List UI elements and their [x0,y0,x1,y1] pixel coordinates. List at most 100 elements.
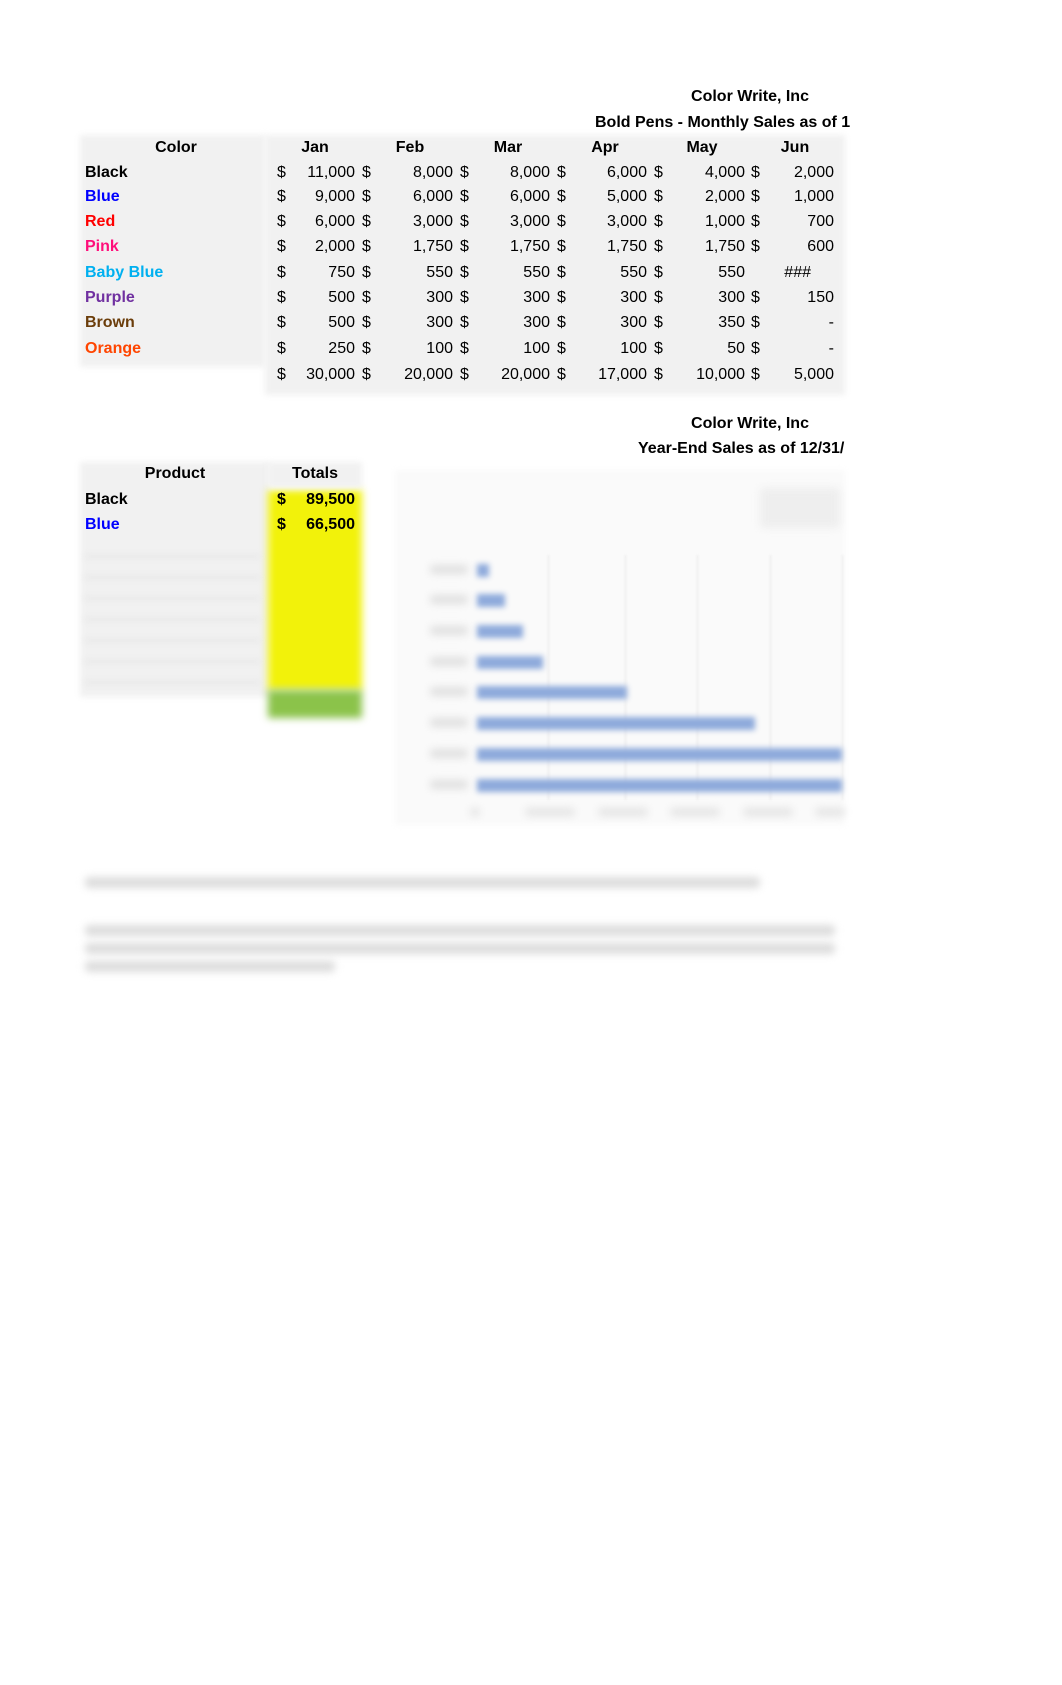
cell-value[interactable]: 17,000 [598,365,647,385]
cell-value[interactable]: 10,000 [696,365,745,385]
cell-value[interactable]: 1,750 [705,237,745,257]
currency-symbol: $ [277,340,286,357]
cell-value[interactable]: 3,000 [413,212,453,232]
row-label: Blue [85,516,120,533]
currency-symbol: $ [277,366,286,383]
company-title: Color Write, Inc [691,88,809,105]
cell-value[interactable]: 6,000 [413,187,453,207]
cell-value[interactable]: 100 [523,339,550,359]
currency-symbol: $ [654,238,663,255]
cell-value[interactable]: 150 [807,288,834,308]
row-label: Baby Blue [85,264,164,281]
cell-value[interactable]: 1,750 [510,237,550,257]
chart-bar [477,594,505,607]
blurred-row [85,660,260,663]
currency-symbol: $ [460,188,469,205]
cell-value[interactable]: 300 [523,288,550,308]
currency-symbol: $ [751,213,760,230]
cell-value[interactable]: 11,000 [307,163,355,183]
blurred-row [85,681,260,684]
currency-symbol: $ [654,289,663,306]
cell-value[interactable]: 1,750 [607,237,647,257]
total-value[interactable]: 89,500 [306,490,355,510]
column-header: Jun [780,139,810,156]
currency-symbol: $ [460,213,469,230]
cell-value[interactable]: 100 [426,339,453,359]
chart-tick-label [598,808,648,816]
chart-legend [760,488,840,528]
cell-value[interactable]: 9,000 [315,187,355,207]
cell-value[interactable]: 550 [718,263,745,283]
cell-value[interactable]: 6,000 [510,187,550,207]
cell-value[interactable]: 20,000 [404,365,453,385]
cell-value[interactable]: 30,000 [306,365,355,385]
row-label: Blue [85,188,120,205]
currency-symbol: $ [362,188,371,205]
row-label: Black [85,164,128,181]
cell-value[interactable]: 300 [620,288,647,308]
blurred-answer-line [85,943,835,954]
cell-value[interactable]: 5,000 [794,365,834,385]
currency-symbol: $ [557,289,566,306]
cell-value[interactable]: 20,000 [501,365,550,385]
cell-value[interactable]: 1,000 [794,187,834,207]
currency-symbol: $ [751,366,760,383]
currency-symbol: $ [362,238,371,255]
cell-value[interactable]: 8,000 [510,163,550,183]
chart-bar [477,625,523,638]
cell-value[interactable]: 2,000 [794,163,834,183]
cell-value[interactable]: - [829,313,834,333]
cell-value[interactable]: - [829,339,834,359]
cell-value[interactable]: 300 [426,288,453,308]
cell-value[interactable]: 700 [807,212,834,232]
cell-value[interactable]: 300 [523,313,550,333]
blurred-question [85,877,760,888]
chart-axis-label [430,657,468,666]
cell-value[interactable]: 8,000 [413,163,453,183]
chart-axis-label [430,780,468,789]
cell-value[interactable]: 300 [718,288,745,308]
chart-bar [477,717,755,730]
cell-value[interactable]: 350 [718,313,745,333]
chart-bar [477,779,842,792]
currency-symbol: $ [362,289,371,306]
chart-gridline [770,555,771,800]
cell-value[interactable]: 500 [328,313,355,333]
total-value[interactable]: 66,500 [306,515,355,535]
cell-value[interactable]: 300 [426,313,453,333]
cell-value[interactable]: 50 [727,339,745,359]
currency-symbol: $ [557,188,566,205]
cell-value[interactable]: 2,000 [705,187,745,207]
cell-value[interactable]: 750 [328,263,355,283]
chart-bar [477,748,842,761]
cell-value[interactable]: 550 [426,263,453,283]
cell-value[interactable]: 5,000 [607,187,647,207]
chart-tick-label [470,808,480,816]
cell-value[interactable]: 600 [807,237,834,257]
chart-gridline [625,555,626,800]
cell-value[interactable]: 300 [620,313,647,333]
cell-value[interactable]: 1,000 [705,212,745,232]
column-header: Feb [395,139,425,156]
currency-symbol: $ [557,164,566,181]
cell-value[interactable]: 6,000 [607,163,647,183]
grand-total-cell [268,690,362,718]
currency-symbol: $ [277,238,286,255]
cell-value[interactable]: 500 [328,288,355,308]
cell-value[interactable]: 3,000 [510,212,550,232]
cell-value[interactable]: 4,000 [705,163,745,183]
cell-value[interactable]: 250 [328,339,355,359]
cell-value[interactable]: 3,000 [607,212,647,232]
currency-symbol: $ [460,289,469,306]
cell-value[interactable]: 2,000 [315,237,355,257]
cell-value[interactable]: 100 [620,339,647,359]
currency-symbol: $ [277,314,286,331]
cell-value[interactable]: 550 [523,263,550,283]
cell-value[interactable]: ### [784,263,811,283]
cell-value[interactable]: 6,000 [315,212,355,232]
cell-value[interactable]: 550 [620,263,647,283]
currency-symbol: $ [277,213,286,230]
currency-symbol: $ [654,188,663,205]
cell-value[interactable]: 1,750 [413,237,453,257]
column-header: Jan [301,139,329,156]
